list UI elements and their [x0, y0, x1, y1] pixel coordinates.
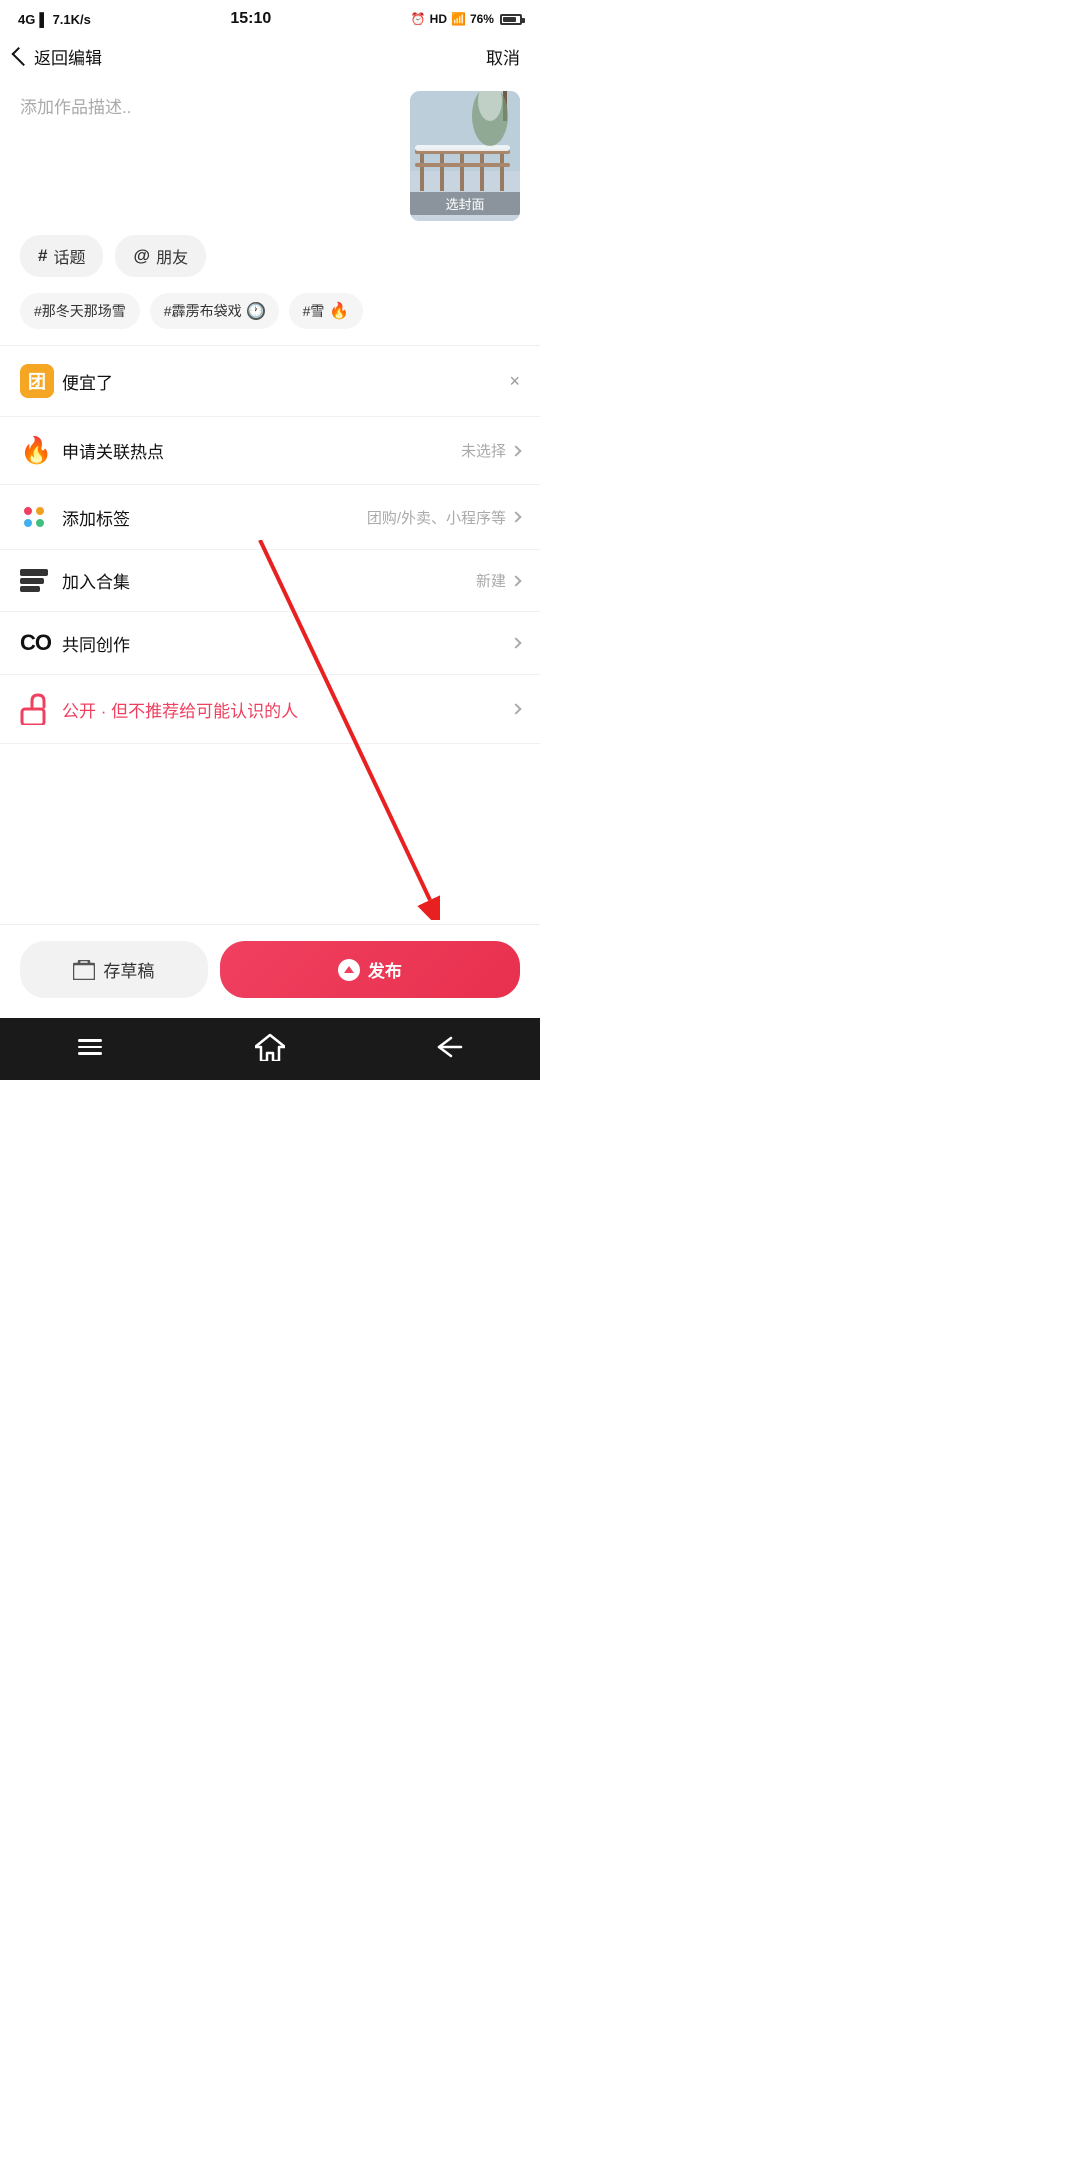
hotspot-menu-item[interactable]: 🔥 申请关联热点 未选择	[0, 417, 540, 485]
cocreate-right	[512, 639, 520, 647]
hd-label: HD	[430, 12, 447, 26]
close-icon: ×	[509, 371, 520, 392]
hashtag-chip-3[interactable]: #雪 🔥	[289, 293, 364, 329]
publish-label: 发布	[368, 957, 402, 982]
chevron-left-icon	[11, 47, 30, 66]
privacy-right	[512, 705, 520, 713]
hotspot-right-label: 未选择	[461, 440, 506, 461]
meituan-icon-text: 团	[28, 368, 46, 394]
status-left: 4G ▌ 7.1K/s	[18, 12, 91, 27]
tags-dots-icon	[20, 503, 48, 531]
collection-right: 新建	[476, 570, 520, 591]
fire-icon-wrapper: 🔥	[20, 435, 62, 466]
tags-label: 添加标签	[62, 505, 367, 530]
home-icon	[255, 1033, 285, 1061]
collection-right-label: 新建	[476, 570, 506, 591]
description-area: 添加作品描述..	[0, 83, 540, 235]
privacy-chevron-icon	[510, 703, 521, 714]
bottom-nav	[0, 1018, 540, 1080]
hashtag-chip-2[interactable]: #霹雳布袋戏 🕐	[150, 293, 279, 329]
hashtag-chip-1-text: #那冬天那场雪	[34, 301, 126, 321]
cocreate-label: 共同创作	[62, 631, 512, 656]
meituan-close[interactable]: ×	[509, 371, 520, 392]
back-button[interactable]: 返回编辑	[16, 44, 102, 69]
friend-button[interactable]: @ 朋友	[115, 235, 206, 277]
nav-back-button[interactable]	[425, 1032, 475, 1062]
bottom-toolbar: 存草稿 发布	[0, 924, 540, 1018]
signal-text: 4G	[18, 12, 35, 27]
publish-button[interactable]: 发布	[220, 941, 520, 998]
tags-right-label: 团购/外卖、小程序等	[367, 507, 506, 528]
nav-bar: 返回编辑 取消	[0, 34, 540, 83]
meituan-icon-wrapper: 团	[20, 364, 62, 398]
topic-label: 话题	[53, 244, 85, 268]
upload-icon	[338, 959, 360, 981]
hamburger-icon	[78, 1039, 102, 1055]
hashtag-chip-2-text: #霹雳布袋戏	[164, 301, 242, 321]
tags-menu-item[interactable]: 添加标签 团购/外卖、小程序等	[0, 485, 540, 550]
co-text-icon: co	[20, 630, 51, 656]
cancel-button[interactable]: 取消	[486, 44, 520, 69]
hotspot-label: 申请关联热点	[62, 438, 461, 463]
battery-icon	[500, 14, 522, 25]
draft-button[interactable]: 存草稿	[20, 941, 208, 998]
hashtag-chip-1[interactable]: #那冬天那场雪	[20, 293, 140, 329]
collection-label: 加入合集	[62, 568, 476, 593]
time-display: 15:10	[230, 10, 271, 28]
nav-menu-button[interactable]	[65, 1032, 115, 1062]
wifi-icon: 📶	[451, 12, 466, 26]
lock-open-icon	[20, 693, 46, 725]
alarm-icon: ⏰	[411, 12, 426, 26]
hash-icon: #	[38, 246, 47, 266]
flex-spacer	[0, 744, 540, 924]
fire-chip-icon: 🔥	[329, 301, 349, 321]
privacy-menu-item[interactable]: 公开 · 但不推荐给可能认识的人	[0, 675, 540, 744]
hotspot-chevron-icon	[510, 445, 521, 456]
lock-icon-wrapper	[20, 693, 62, 725]
status-right: ⏰ HD 📶 76%	[411, 12, 522, 26]
topic-button[interactable]: # 话题	[20, 235, 103, 277]
status-bar: 4G ▌ 7.1K/s 15:10 ⏰ HD 📶 76%	[0, 0, 540, 34]
co-icon-wrapper: co	[20, 630, 62, 656]
clock-icon: 🕐	[247, 302, 265, 320]
tags-right: 团购/外卖、小程序等	[367, 507, 520, 528]
description-input[interactable]: 添加作品描述..	[20, 91, 398, 191]
hashtag-chip-3-text: #雪	[303, 301, 325, 321]
back-icon	[437, 1036, 463, 1058]
hashtag-chips-row: #那冬天那场雪 #霹雳布袋戏 🕐 #雪 🔥	[0, 293, 540, 345]
meituan-label: 便宜了	[62, 369, 509, 394]
draft-label: 存草稿	[103, 957, 154, 982]
collection-chevron-icon	[510, 575, 521, 586]
collection-menu-item[interactable]: 加入合集 新建	[0, 550, 540, 612]
hotspot-fire-icon: 🔥	[20, 435, 52, 466]
at-icon: @	[133, 246, 150, 266]
main-wrapper: 4G ▌ 7.1K/s 15:10 ⏰ HD 📶 76% 返回编辑 取消 添加作…	[0, 0, 540, 1080]
back-label: 返回编辑	[34, 44, 102, 69]
meituan-icon: 团	[20, 364, 54, 398]
signal-bars: ▌	[39, 12, 48, 27]
nav-home-button[interactable]	[245, 1032, 295, 1062]
draft-icon	[73, 960, 95, 980]
cover-image[interactable]: 选封面	[410, 91, 520, 221]
layers-icon	[20, 569, 48, 593]
meituan-menu-item[interactable]: 团 便宜了 ×	[0, 346, 540, 417]
tag-buttons-row: # 话题 @ 朋友	[0, 235, 540, 293]
friend-label: 朋友	[156, 244, 188, 268]
upload-arrow-icon	[344, 966, 354, 973]
dots-icon-wrapper	[20, 503, 62, 531]
tags-chevron-icon	[510, 511, 521, 522]
privacy-label: 公开 · 但不推荐给可能认识的人	[62, 697, 512, 722]
cocreate-chevron-icon	[510, 637, 521, 648]
hotspot-right: 未选择	[461, 440, 520, 461]
layers-icon-wrapper	[20, 569, 62, 593]
cocreate-menu-item[interactable]: co 共同创作	[0, 612, 540, 675]
battery-percent: 76%	[470, 12, 494, 26]
menu-section: 团 便宜了 × 🔥 申请关联热点 未选择	[0, 346, 540, 744]
speed-text: 7.1K/s	[53, 12, 91, 27]
cover-label[interactable]: 选封面	[410, 192, 520, 215]
